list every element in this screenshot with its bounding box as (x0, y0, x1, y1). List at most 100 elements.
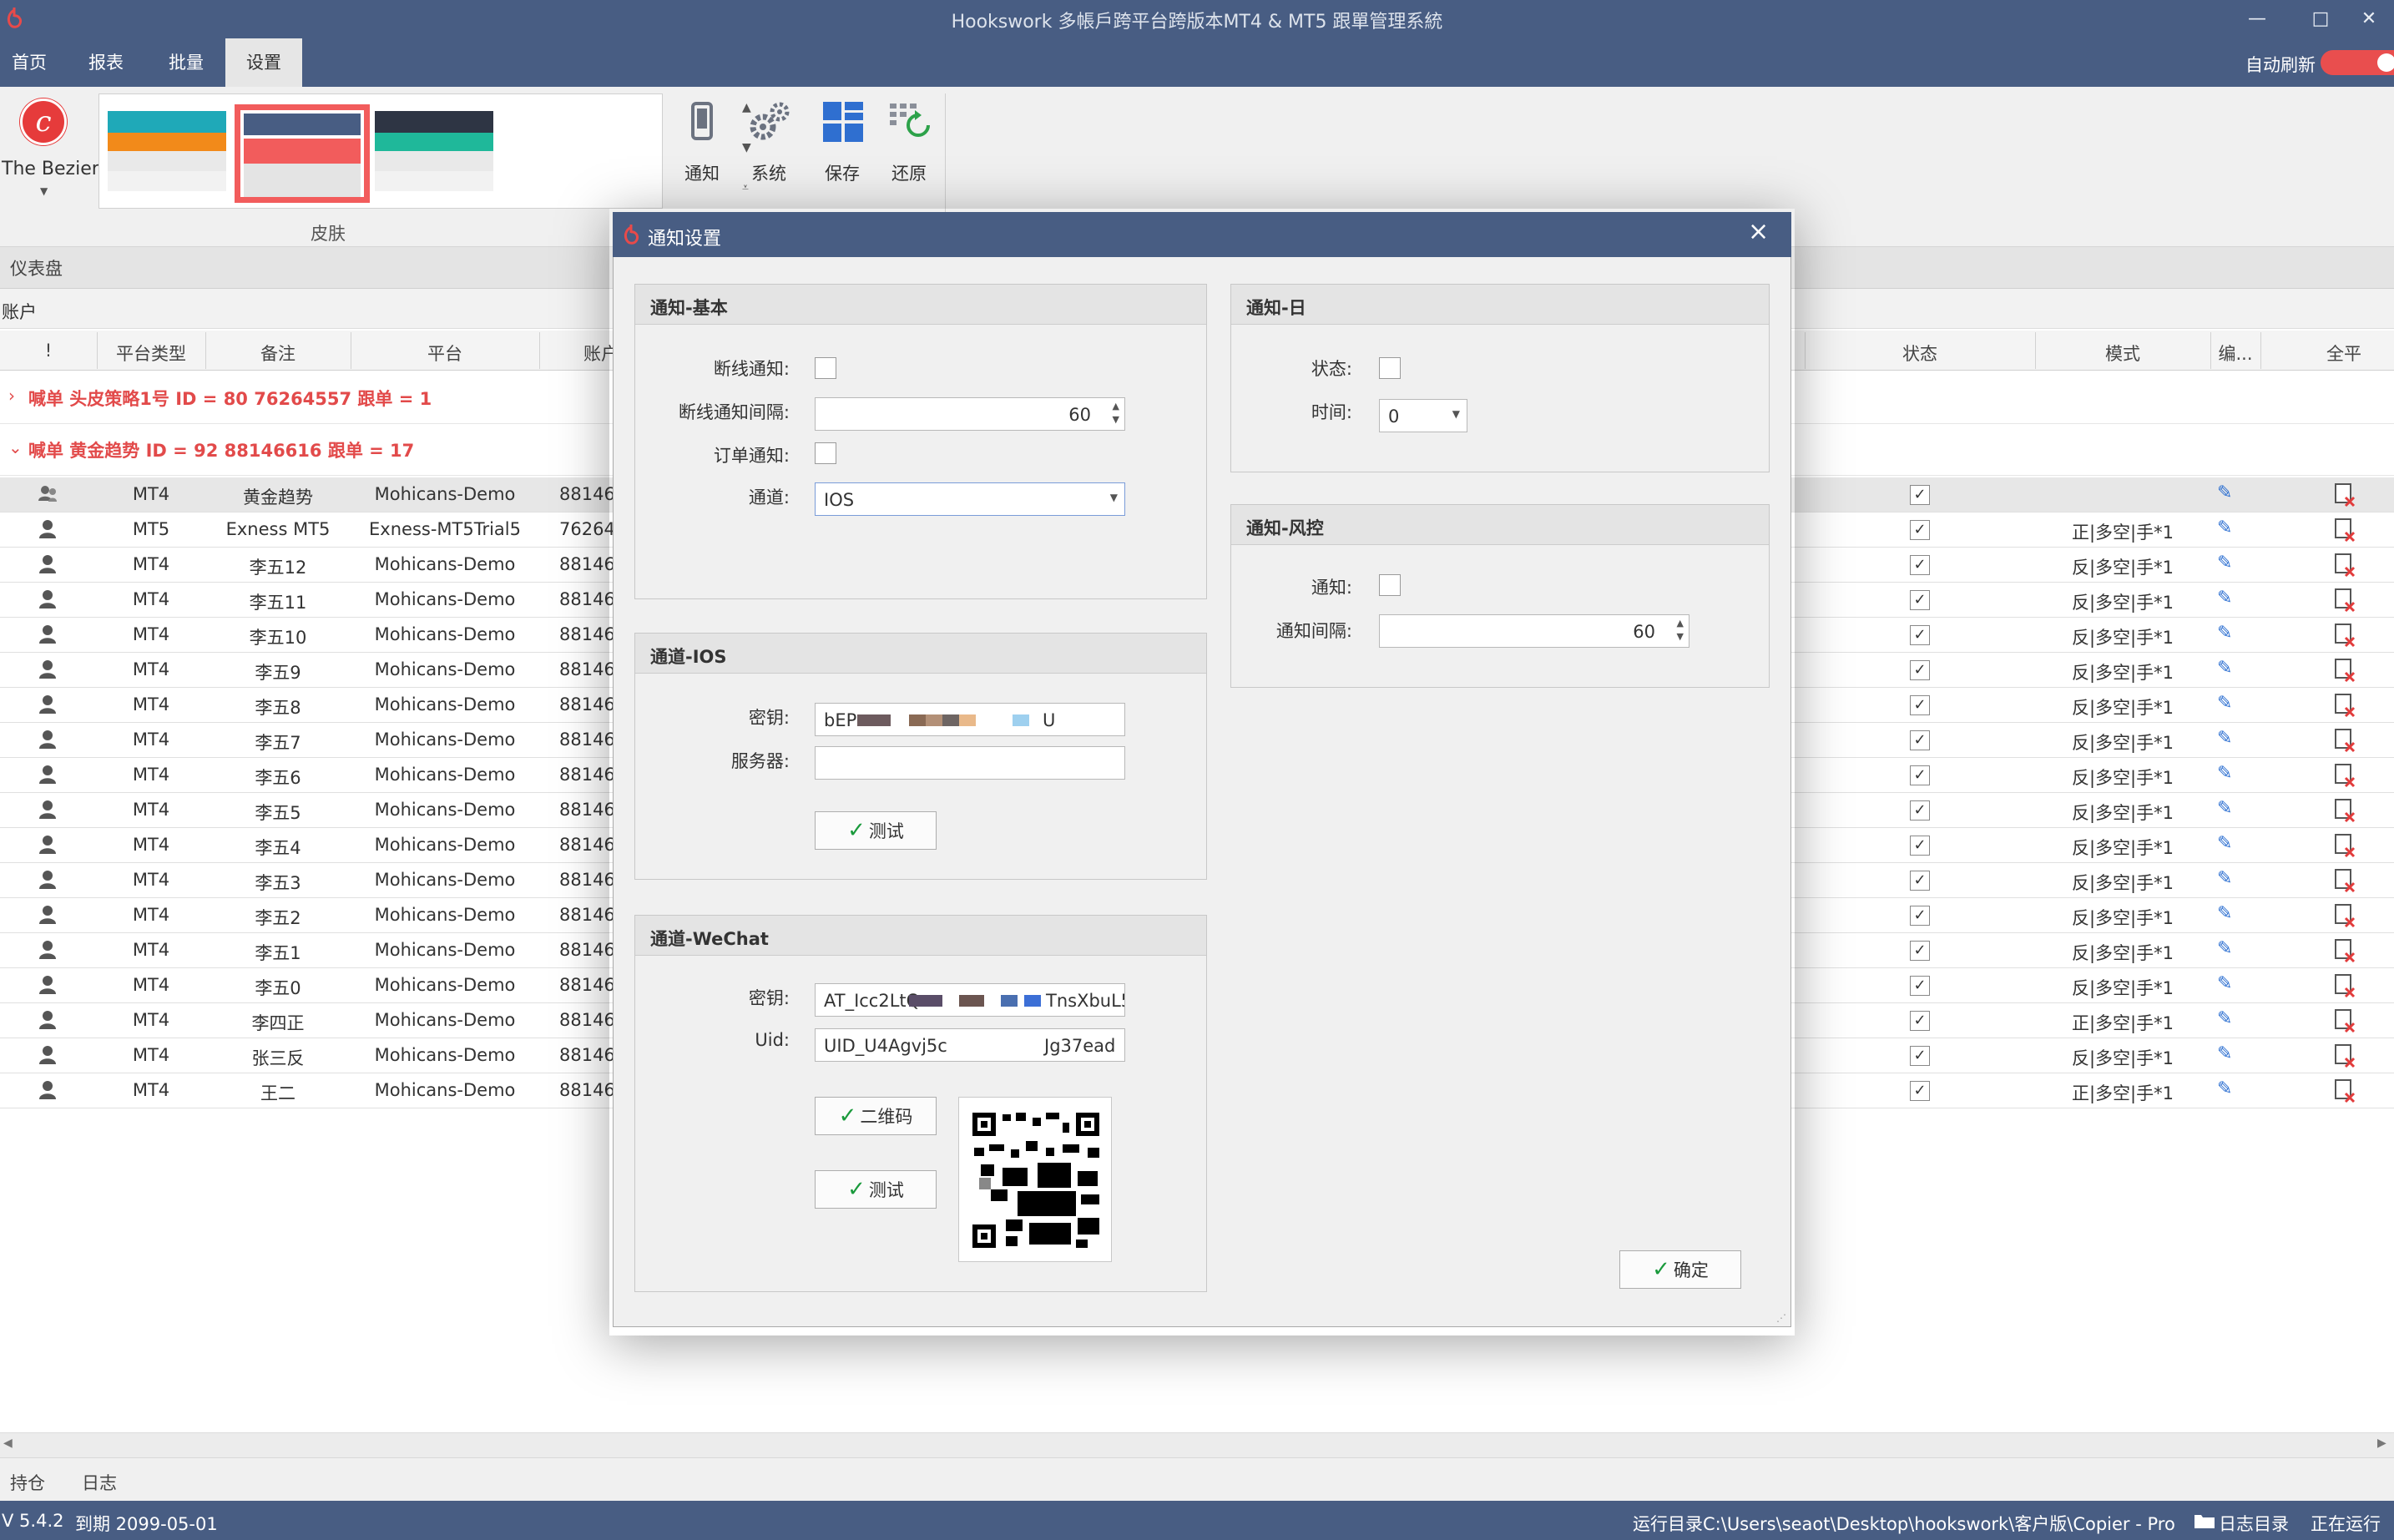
edit-icon[interactable]: ✎ (2217, 798, 2232, 819)
status-checkbox[interactable]: ✓ (1910, 730, 1930, 750)
channel-select[interactable]: IOS ▼ (815, 482, 1125, 516)
close-position-icon[interactable] (2334, 728, 2356, 753)
disconnect-interval-spinner[interactable]: 60 ▲ ▼ (815, 397, 1125, 431)
scroll-right-icon[interactable]: ▶ (2377, 1436, 2386, 1450)
edit-icon[interactable]: ✎ (2217, 1043, 2232, 1064)
disconnect-notify-checkbox[interactable] (815, 357, 836, 379)
status-checkbox[interactable]: ✓ (1910, 1011, 1930, 1031)
col-flag[interactable]: ! (0, 341, 97, 361)
tab-reports[interactable]: 报表 (77, 38, 135, 87)
close-position-icon[interactable] (2334, 903, 2356, 928)
close-position-icon[interactable] (2334, 763, 2356, 788)
col-platform[interactable]: 平台 (351, 341, 539, 366)
status-checkbox[interactable]: ✓ (1910, 765, 1930, 785)
edit-icon[interactable]: ✎ (2217, 763, 2232, 784)
status-checkbox[interactable]: ✓ (1910, 906, 1930, 926)
close-position-icon[interactable] (2334, 798, 2356, 823)
col-note[interactable]: 备注 (205, 341, 351, 366)
order-notify-checkbox[interactable] (815, 442, 836, 464)
skin-swatch-selected[interactable] (235, 104, 370, 203)
notify-button[interactable]: 通知 (673, 98, 731, 190)
system-button[interactable]: 系统 (740, 98, 798, 190)
status-checkbox[interactable]: ✓ (1910, 1046, 1930, 1066)
chevron-down-icon[interactable]: ▼ (1110, 492, 1118, 503)
edit-icon[interactable]: ✎ (2217, 833, 2232, 854)
col-platform-type[interactable]: 平台类型 (97, 341, 205, 366)
chevron-down-icon[interactable]: ▼ (1452, 408, 1460, 420)
status-checkbox[interactable]: ✓ (1910, 555, 1930, 575)
status-checkbox[interactable]: ✓ (1910, 485, 1930, 505)
tab-positions[interactable]: 持仓 (10, 1470, 45, 1495)
chevron-right-icon[interactable]: › (8, 386, 15, 406)
restore-layout-button[interactable]: 还原 (880, 98, 938, 190)
edit-icon[interactable]: ✎ (2217, 728, 2232, 749)
wechat-uid-input[interactable]: UID_U4Agvj5c Jg37ead (815, 1028, 1125, 1062)
edit-icon[interactable]: ✎ (2217, 868, 2232, 889)
daily-state-checkbox[interactable] (1379, 357, 1401, 379)
status-checkbox[interactable]: ✓ (1910, 1081, 1930, 1101)
resize-grip-icon[interactable]: ⋰ (1776, 1312, 1786, 1324)
status-checkbox[interactable]: ✓ (1910, 836, 1930, 856)
status-checkbox[interactable]: ✓ (1910, 695, 1930, 715)
close-button[interactable]: ✕ (2344, 3, 2394, 35)
wechat-test-button[interactable]: ✓ 测试 (815, 1170, 937, 1209)
theme-logo-icon[interactable]: c (20, 98, 67, 145)
status-checkbox[interactable]: ✓ (1910, 660, 1930, 680)
close-position-icon[interactable] (2334, 588, 2356, 613)
close-position-icon[interactable] (2334, 553, 2356, 578)
edit-icon[interactable]: ✎ (2217, 938, 2232, 959)
edit-icon[interactable]: ✎ (2217, 482, 2232, 503)
tab-batch[interactable]: 批量 (157, 38, 215, 87)
col-edit[interactable]: 编... (2210, 341, 2260, 366)
save-layout-button[interactable]: 保存 (813, 98, 871, 190)
tab-home[interactable]: 首页 (0, 38, 58, 87)
close-position-icon[interactable] (2334, 1078, 2356, 1103)
theme-name[interactable]: The Bezier (2, 159, 99, 179)
edit-icon[interactable]: ✎ (2217, 588, 2232, 608)
col-status[interactable]: 状态 (1805, 341, 2035, 366)
daily-time-select[interactable]: 0 ▼ (1379, 399, 1467, 432)
edit-icon[interactable]: ✎ (2217, 1078, 2232, 1099)
close-position-icon[interactable] (2334, 693, 2356, 718)
edit-icon[interactable]: ✎ (2217, 518, 2232, 538)
ios-server-input[interactable] (815, 746, 1125, 780)
close-position-icon[interactable] (2334, 623, 2356, 648)
tab-settings[interactable]: 设置 (225, 38, 302, 87)
horizontal-scrollbar[interactable]: ◀ ▶ (0, 1432, 2394, 1457)
maximize-button[interactable]: □ (2296, 3, 2346, 35)
chevron-down-icon[interactable]: ⌄ (8, 437, 23, 457)
edit-icon[interactable]: ✎ (2217, 553, 2232, 573)
edit-icon[interactable]: ✎ (2217, 658, 2232, 679)
dialog-close-icon[interactable]: × (1748, 217, 1769, 246)
status-checkbox[interactable]: ✓ (1910, 941, 1930, 961)
scroll-left-icon[interactable]: ◀ (3, 1436, 13, 1450)
risk-interval-spinner[interactable]: 60 ▲ ▼ (1379, 614, 1689, 648)
risk-notify-checkbox[interactable] (1379, 574, 1401, 596)
status-checkbox[interactable]: ✓ (1910, 590, 1930, 610)
close-position-icon[interactable] (2334, 1008, 2356, 1033)
tab-log[interactable]: 日志 (82, 1470, 117, 1495)
close-position-icon[interactable] (2334, 868, 2356, 893)
edit-icon[interactable]: ✎ (2217, 693, 2232, 714)
spin-arrows-icon[interactable]: ▲ ▼ (1113, 400, 1119, 427)
chevron-down-icon[interactable]: ▼ (40, 185, 48, 197)
col-close-all[interactable]: 全平 (2260, 341, 2394, 366)
close-position-icon[interactable] (2334, 658, 2356, 683)
close-position-icon[interactable] (2334, 973, 2356, 998)
edit-icon[interactable]: ✎ (2217, 903, 2232, 924)
status-checkbox[interactable]: ✓ (1910, 871, 1930, 891)
col-mode[interactable]: 模式 (2035, 341, 2210, 366)
status-checkbox[interactable]: ✓ (1910, 625, 1930, 645)
qrcode-button[interactable]: ✓ 二维码 (815, 1097, 937, 1135)
edit-icon[interactable]: ✎ (2217, 1008, 2232, 1029)
log-directory-link[interactable]: 日志目录 (2219, 1511, 2289, 1536)
ok-button[interactable]: ✓ 确定 (1619, 1250, 1741, 1289)
skin-swatch[interactable] (108, 111, 226, 196)
close-position-icon[interactable] (2334, 482, 2356, 507)
status-checkbox[interactable]: ✓ (1910, 976, 1930, 996)
edit-icon[interactable]: ✎ (2217, 623, 2232, 644)
spin-arrows-icon[interactable]: ▲ ▼ (1677, 617, 1684, 644)
ios-test-button[interactable]: ✓ 测试 (815, 811, 937, 850)
edit-icon[interactable]: ✎ (2217, 973, 2232, 994)
skin-swatch[interactable] (375, 111, 493, 196)
